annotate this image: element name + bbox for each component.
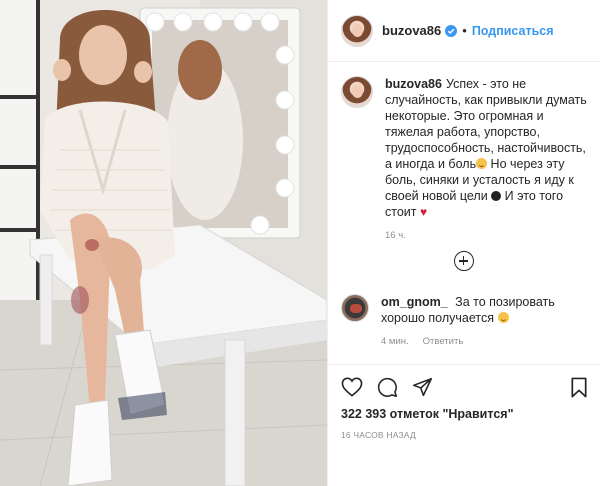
photo-illustration <box>0 0 327 486</box>
bookmark-icon[interactable] <box>570 377 588 398</box>
bookmark-button[interactable] <box>570 377 588 398</box>
caption-item: buzova86 Успех - это не случайность, как … <box>341 76 593 244</box>
comments-section: buzova86 Успех - это не случайность, как … <box>341 76 593 244</box>
share-icon[interactable] <box>412 377 433 398</box>
separator-dot: • <box>462 23 467 38</box>
commenter-avatar[interactable] <box>341 294 369 322</box>
smile-emoji-icon <box>497 312 509 323</box>
comment-text-block: om_gnom_ За то позировать хорошо получае… <box>381 294 593 326</box>
caption-meta: 16 ч. <box>385 228 593 244</box>
caption-author[interactable]: buzova86 <box>385 77 442 91</box>
post-timestamp[interactable]: 16 ЧАСОВ НАЗАД <box>341 430 416 440</box>
caption-time[interactable]: 16 ч. <box>385 228 406 244</box>
comment-item: om_gnom_ За то позировать хорошо получае… <box>341 294 593 350</box>
comment-time[interactable]: 4 мин. <box>381 334 409 350</box>
post-photo[interactable] <box>0 0 327 486</box>
comment-meta: 4 мин. Ответить <box>381 334 593 350</box>
post-header: buzova86 • Подписаться <box>328 0 600 62</box>
caption-author-avatar[interactable] <box>341 76 373 108</box>
comment-author[interactable]: om_gnom_ <box>381 295 448 309</box>
red-heart-emoji-icon: ♥ <box>419 205 428 219</box>
author-username[interactable]: buzova86 <box>382 23 441 38</box>
post-actions: 322 393 отметок "Нравится" 16 ЧАСОВ НАЗА… <box>328 364 600 486</box>
follow-button[interactable]: Подписаться <box>472 24 554 38</box>
plus-circle-icon[interactable] <box>454 251 474 271</box>
bomb-emoji-icon <box>491 191 502 201</box>
likes-count[interactable]: 322 393 отметок "Нравится" <box>341 407 514 421</box>
comment-icon[interactable] <box>377 377 398 398</box>
author-avatar[interactable] <box>341 14 373 47</box>
caption-text-block: buzova86 Успех - это не случайность, как … <box>385 76 593 220</box>
reply-button[interactable]: Ответить <box>423 334 464 350</box>
verified-badge-icon <box>445 24 458 37</box>
post-side-panel: buzova86 • Подписаться buzova86 Успех - э… <box>327 0 600 486</box>
smile-emoji-icon <box>476 158 488 169</box>
comment-list: om_gnom_ За то позировать хорошо получае… <box>341 294 593 350</box>
action-icons <box>341 377 433 398</box>
heart-icon[interactable] <box>341 377 363 397</box>
